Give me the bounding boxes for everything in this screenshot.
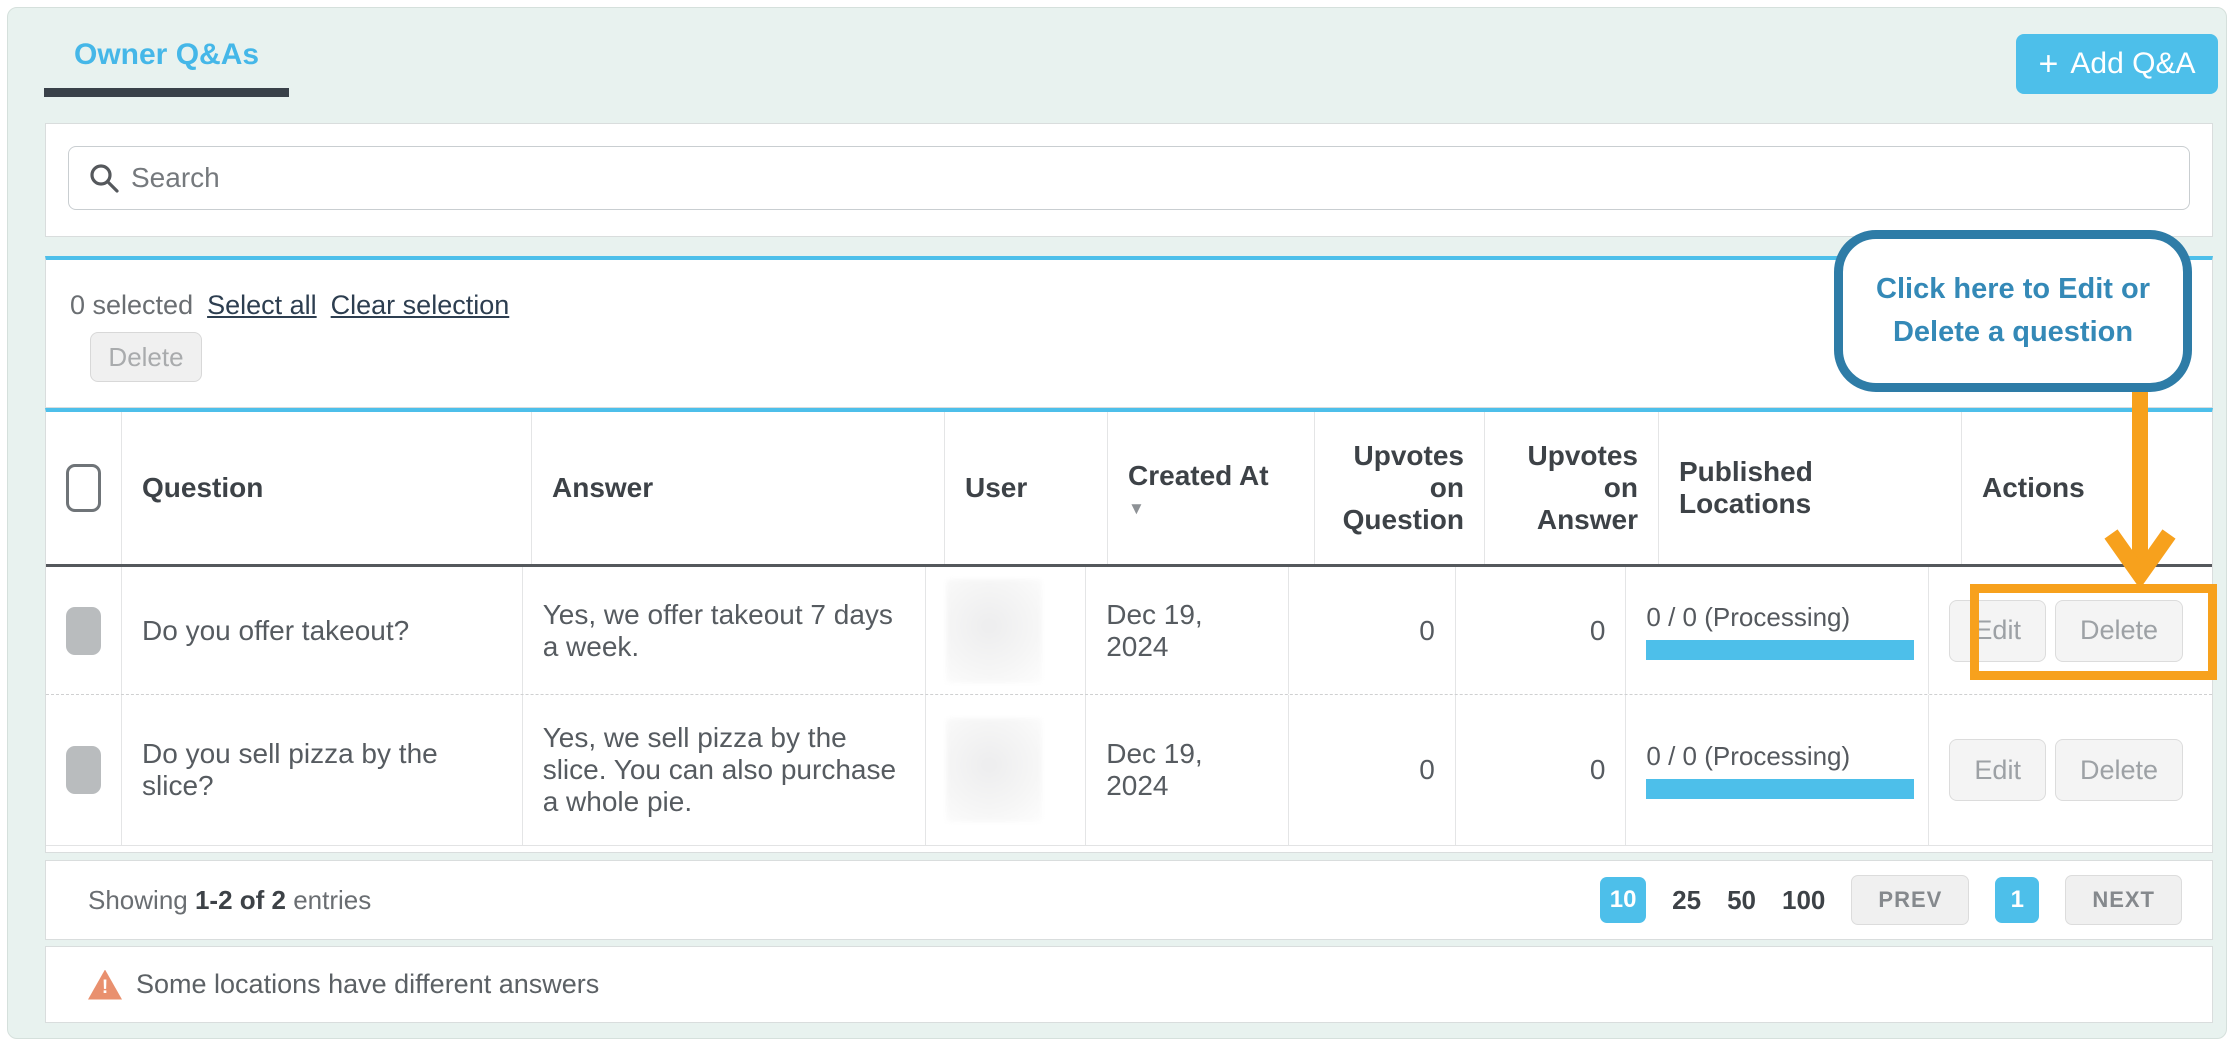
owner-qas-page: Owner Q&As + Add Q&A 0 selected Select a…	[0, 0, 2234, 1046]
select-all-checkbox[interactable]	[66, 464, 101, 512]
table-row: Do you sell pizza by the slice? Yes, we …	[46, 695, 2212, 846]
published-progress-bar	[1646, 779, 1914, 799]
page-size-25[interactable]: 25	[1672, 885, 1701, 916]
answer-cell: Yes, we sell pizza by the slice. You can…	[523, 695, 927, 845]
edit-button[interactable]: Edit	[1949, 739, 2046, 801]
showing-pre: Showing	[88, 885, 195, 915]
question-cell: Do you offer takeout?	[122, 567, 523, 694]
header-published-locations[interactable]: Published Locations	[1659, 412, 1962, 564]
plus-icon: +	[2039, 47, 2059, 81]
published-status: 0 / 0 (Processing)	[1646, 741, 1914, 772]
page-size-100[interactable]: 100	[1782, 885, 1825, 916]
add-qa-label: Add Q&A	[2070, 47, 2195, 81]
upvotes-answer-cell: 0	[1456, 567, 1627, 694]
published-progress-bar	[1646, 640, 1914, 660]
upvotes-answer-cell: 0	[1456, 695, 1627, 845]
table-footer: Showing 1-2 of 2 entries 10 25 50 100 PR…	[45, 860, 2213, 940]
page-size-50[interactable]: 50	[1727, 885, 1756, 916]
warning-text: Some locations have different answers	[136, 969, 599, 1000]
upvotes-question-cell: 0	[1289, 567, 1456, 694]
qas-panel: Owner Q&As + Add Q&A 0 selected Select a…	[7, 7, 2227, 1039]
select-all-link[interactable]: Select all	[207, 290, 317, 321]
callout-text: a question	[1980, 316, 2133, 348]
qa-table: Question Answer User Created At ▼ Upvote…	[45, 408, 2213, 853]
upvotes-question-cell: 0	[1289, 695, 1456, 845]
callout-delete-bold: Delete	[1893, 316, 1980, 348]
search-input[interactable]	[68, 146, 2190, 210]
add-qa-button[interactable]: + Add Q&A	[2016, 34, 2218, 94]
table-row: Do you offer takeout? Yes, we offer take…	[46, 567, 2212, 695]
tab-owner-qas[interactable]: Owner Q&As	[44, 38, 289, 97]
user-avatar-redacted	[946, 718, 1042, 822]
header-upvotes-answer[interactable]: Upvotes on Answer	[1485, 412, 1659, 564]
row-checkbox[interactable]	[66, 607, 101, 655]
delete-button[interactable]: Delete	[2055, 600, 2183, 662]
annotation-callout: Click here to Edit or Delete a question	[1834, 230, 2192, 392]
published-status: 0 / 0 (Processing)	[1646, 602, 1914, 633]
header-upvotes-question[interactable]: Upvotes on Question	[1315, 412, 1485, 564]
table-header-row: Question Answer User Created At ▼ Upvote…	[46, 412, 2212, 567]
user-avatar-redacted	[946, 579, 1042, 683]
warning-icon: !	[88, 970, 122, 1000]
created-at-cell: Dec 19, 2024	[1086, 695, 1289, 845]
callout-text: or	[2113, 273, 2150, 305]
callout-text: Click here to	[1876, 273, 2058, 305]
bulk-delete-button[interactable]: Delete	[90, 332, 202, 382]
header-created-at[interactable]: Created At ▼	[1108, 412, 1315, 564]
page-size-10[interactable]: 10	[1600, 877, 1646, 923]
annotation-arrow-icon	[2102, 389, 2178, 587]
header-question[interactable]: Question	[122, 412, 532, 564]
showing-post: entries	[286, 885, 371, 915]
callout-edit-bold: Edit	[2058, 273, 2113, 305]
prev-page-button[interactable]: PREV	[1851, 875, 1969, 925]
row-checkbox[interactable]	[66, 746, 101, 794]
delete-button[interactable]: Delete	[2055, 739, 2183, 801]
next-page-button[interactable]: NEXT	[2065, 875, 2182, 925]
search-icon	[88, 162, 120, 194]
edit-button[interactable]: Edit	[1949, 600, 2046, 662]
sort-desc-icon: ▼	[1128, 500, 1269, 517]
header-select-all	[46, 412, 122, 564]
header-answer[interactable]: Answer	[532, 412, 945, 564]
header-user[interactable]: User	[945, 412, 1108, 564]
page-1-button[interactable]: 1	[1995, 877, 2039, 923]
warning-bar: ! Some locations have different answers	[45, 946, 2213, 1023]
question-cell: Do you sell pizza by the slice?	[122, 695, 523, 845]
search-card	[45, 123, 2213, 237]
header-created-at-label: Created At	[1128, 460, 1269, 492]
showing-range: 1-2 of 2	[195, 885, 286, 915]
created-at-cell: Dec 19, 2024	[1086, 567, 1289, 694]
selected-count: 0 selected	[70, 290, 193, 321]
answer-cell: Yes, we offer takeout 7 days a week.	[523, 567, 927, 694]
clear-selection-link[interactable]: Clear selection	[331, 290, 510, 321]
showing-entries: Showing 1-2 of 2 entries	[88, 885, 371, 916]
